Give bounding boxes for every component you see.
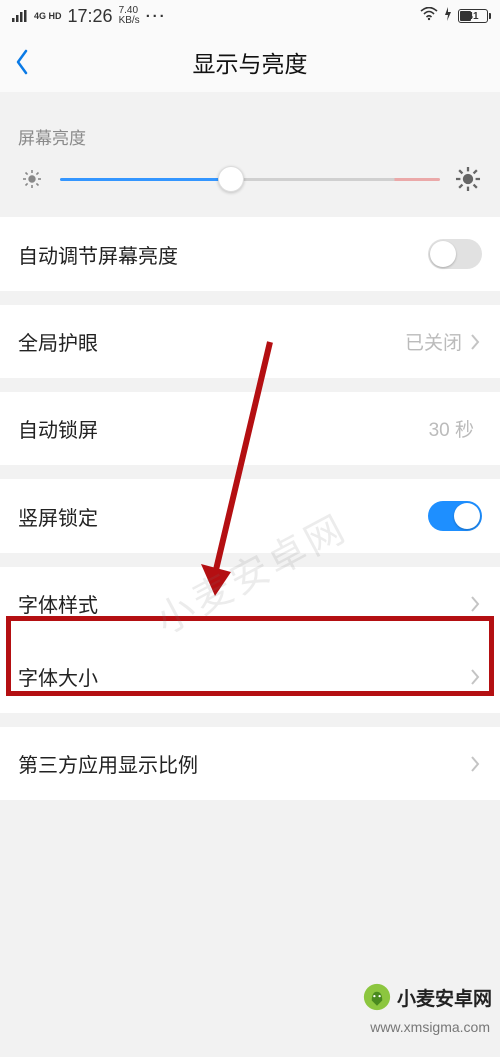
signal-label: 4G HD — [34, 12, 62, 21]
brightness-slider-row — [0, 159, 500, 217]
chevron-right-icon — [470, 667, 482, 687]
row-font-style[interactable]: 字体样式 — [0, 567, 500, 640]
brand-logo-icon — [363, 983, 391, 1011]
row-auto-lock[interactable]: 自动锁屏 30 秒 — [0, 392, 500, 465]
brightness-section-label: 屏幕亮度 — [0, 110, 500, 159]
page-title: 显示与亮度 — [0, 45, 500, 79]
row-eye-protect[interactable]: 全局护眼 已关闭 — [0, 305, 500, 378]
status-time: 17:26 — [68, 6, 113, 27]
title-bar: 显示与亮度 — [0, 32, 500, 92]
net-speed: 7.40 KB/s — [119, 6, 140, 26]
row-auto-brightness[interactable]: 自动调节屏幕亮度 — [0, 217, 500, 291]
orientation-lock-toggle[interactable] — [428, 501, 482, 531]
eye-protect-value: 已关闭 — [405, 328, 462, 355]
status-bar: 4G HD 17:26 7.40 KB/s ··· 41 — [0, 0, 500, 32]
eye-protect-label: 全局护眼 — [18, 327, 405, 356]
row-orientation-lock[interactable]: 竖屏锁定 — [0, 479, 500, 553]
charging-icon — [444, 7, 452, 25]
brightness-low-icon — [18, 165, 46, 193]
brightness-slider[interactable] — [60, 169, 440, 189]
chevron-right-icon — [470, 332, 482, 352]
auto-lock-label: 自动锁屏 — [18, 414, 429, 443]
orientation-lock-label: 竖屏锁定 — [18, 502, 428, 531]
row-font-size[interactable]: 字体大小 — [0, 640, 500, 713]
slider-thumb[interactable] — [218, 166, 244, 192]
watermark-brand: 小麦安卓网 — [363, 983, 492, 1011]
battery-pct: 41 — [459, 11, 487, 22]
signal-icon — [12, 10, 28, 22]
wifi-icon — [420, 7, 438, 25]
auto-lock-value: 30 秒 — [429, 415, 474, 442]
font-style-label: 字体样式 — [18, 589, 470, 618]
battery-icon: 41 — [458, 9, 488, 23]
chevron-right-icon — [470, 594, 482, 614]
chevron-right-icon — [470, 754, 482, 774]
auto-brightness-label: 自动调节屏幕亮度 — [18, 240, 428, 269]
third-party-ratio-label: 第三方应用显示比例 — [18, 749, 470, 778]
font-size-label: 字体大小 — [18, 662, 470, 691]
watermark-url: www.xmsigma.com — [370, 1019, 490, 1035]
row-third-party-ratio[interactable]: 第三方应用显示比例 — [0, 727, 500, 800]
more-icon: ··· — [146, 8, 167, 25]
auto-brightness-toggle[interactable] — [428, 239, 482, 269]
brightness-high-icon — [454, 165, 482, 193]
brand-text: 小麦安卓网 — [397, 984, 492, 1011]
